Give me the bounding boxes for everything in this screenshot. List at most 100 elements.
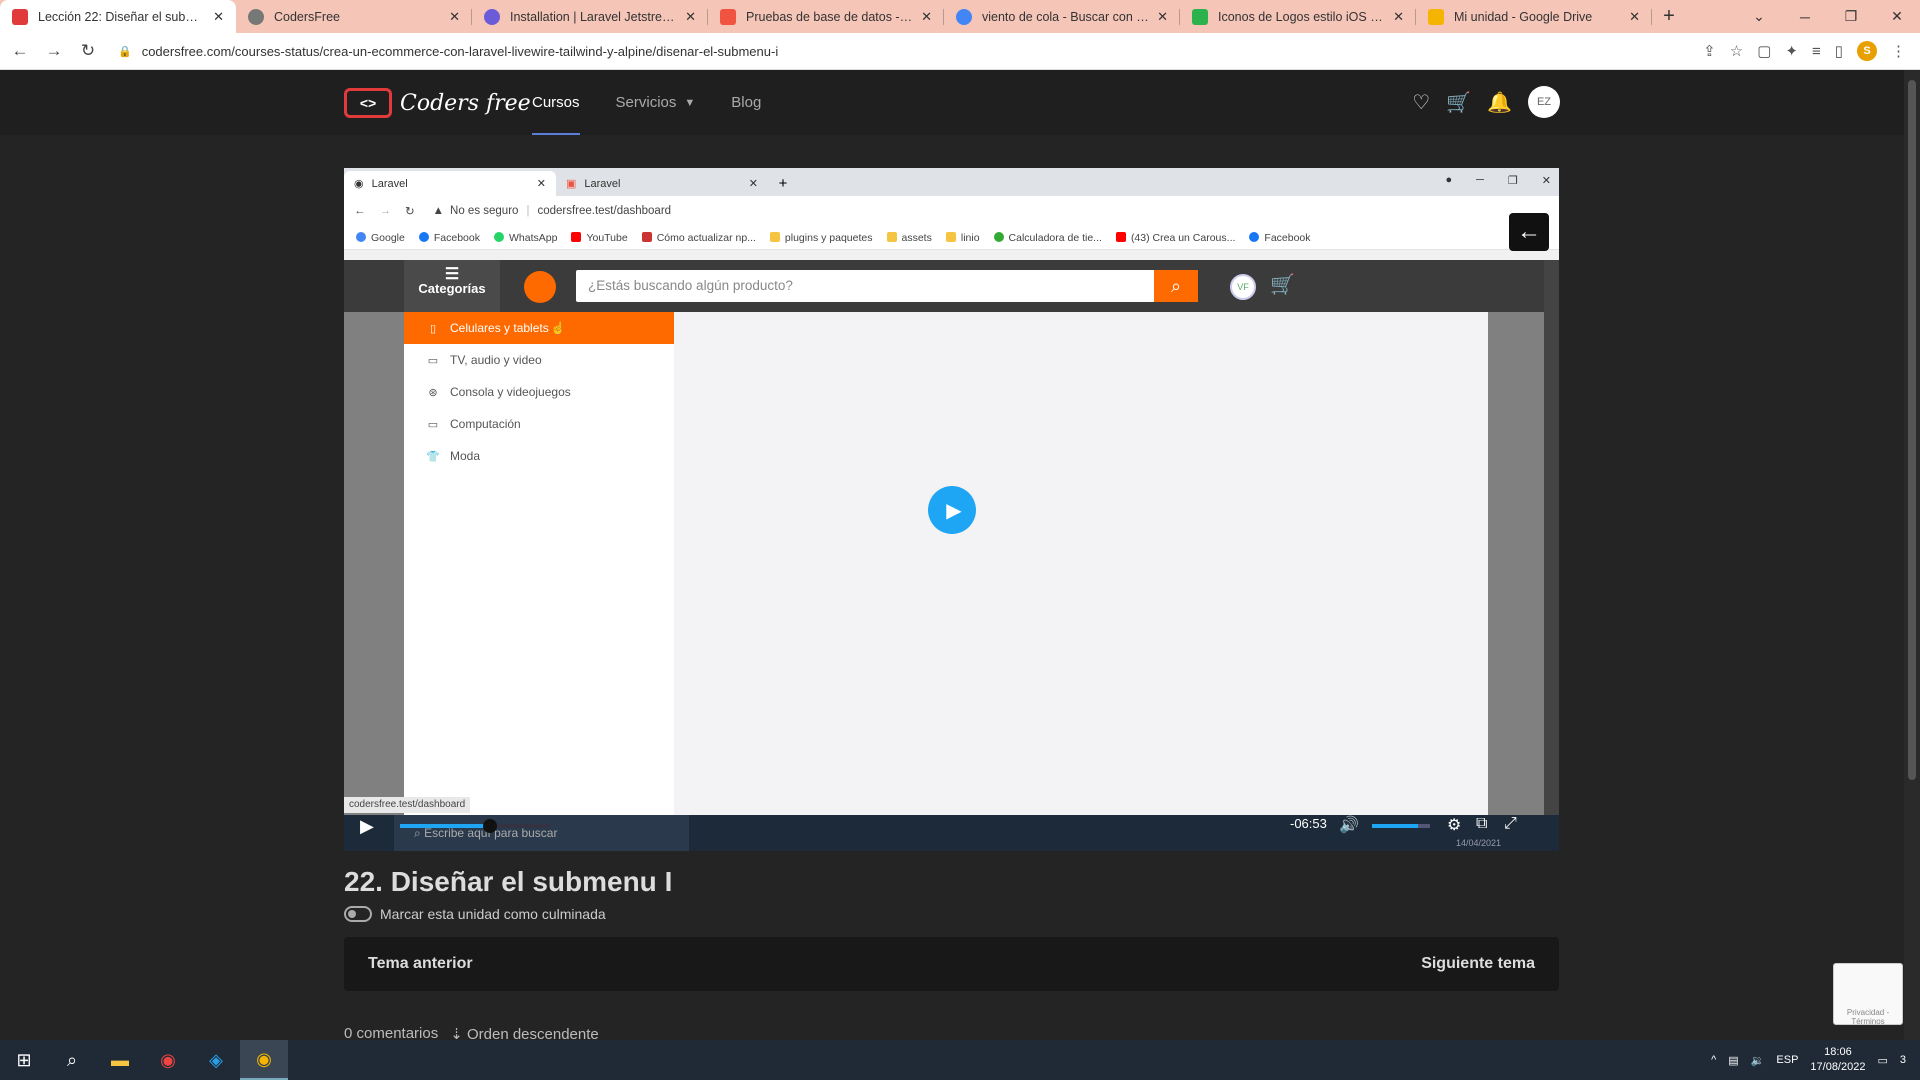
- popout-icon[interactable]: ⧉: [1476, 815, 1487, 833]
- video-window-controls: ● ─ ❐ ✕: [1445, 174, 1551, 187]
- video-tab: ◉ Laravel ✕: [344, 171, 556, 196]
- close-icon[interactable]: ✕: [921, 9, 932, 25]
- cart-icon[interactable]: 🛒: [1446, 90, 1471, 115]
- speaker-icon[interactable]: 🔉: [1751, 1054, 1765, 1067]
- cursor-icon: ☝: [550, 321, 566, 335]
- reload-icon: ↻: [405, 206, 415, 218]
- clock[interactable]: 18:06 17/08/2022: [1810, 1045, 1865, 1075]
- media-icon[interactable]: ≡: [1812, 43, 1821, 60]
- back-arrow-icon[interactable]: ←: [1509, 213, 1549, 251]
- recaptcha-badge[interactable]: Privacidad - Términos: [1833, 963, 1903, 1026]
- close-icon[interactable]: ✕: [1629, 9, 1640, 25]
- close-icon[interactable]: ✕: [685, 9, 696, 25]
- browser-tab[interactable]: Lección 22: Diseñar el submenu ✕: [0, 0, 236, 33]
- nav-blog[interactable]: Blog: [731, 70, 761, 135]
- menu-dots-icon[interactable]: ⋮: [1891, 42, 1906, 60]
- browser-tab[interactable]: Installation | Laravel Jetstream ✕: [472, 0, 708, 33]
- logo-mark: <>: [344, 88, 392, 118]
- restore-icon[interactable]: ❐: [1828, 0, 1874, 33]
- progress-knob[interactable]: [483, 819, 497, 833]
- close-icon[interactable]: ✕: [1157, 9, 1168, 25]
- window-controls: ⌄ ─ ❐ ✕: [1736, 0, 1920, 33]
- sidepanel-icon[interactable]: ▯: [1835, 42, 1843, 60]
- progress-fill: [400, 824, 490, 828]
- back-icon: ←: [354, 205, 366, 217]
- forward-icon: →: [379, 205, 392, 217]
- complete-toggle[interactable]: [344, 906, 372, 922]
- video-player[interactable]: ◉ Laravel ✕ ▣ Laravel ✕ + ● ─ ❐ ✕ ← → ↻ ▲ No es s…: [344, 168, 1559, 851]
- site-header: <> Coders free Cursos Servicios ▼ Blog ♡ …: [0, 70, 1920, 135]
- fullscreen-icon[interactable]: ⤢: [1504, 815, 1517, 833]
- clock-time: 18:06: [1824, 1046, 1852, 1058]
- browser-tab[interactable]: CodersFree ✕: [236, 0, 472, 33]
- url-text: codersfree.com/courses-status/crea-un-ec…: [141, 43, 779, 59]
- bookmark: YouTube: [571, 231, 628, 244]
- new-tab-icon[interactable]: +: [1652, 0, 1686, 33]
- page-scrollbar[interactable]: [1904, 70, 1920, 1040]
- browser-tab[interactable]: viento de cola - Buscar con Goo ✕: [944, 0, 1180, 33]
- reload-icon[interactable]: ↻: [74, 41, 102, 61]
- address-bar[interactable]: 🔒 codersfree.com/courses-status/crea-un-…: [112, 37, 1703, 65]
- next-topic-button[interactable]: Siguiente tema: [1421, 955, 1535, 973]
- tab-favicon: [248, 8, 264, 25]
- os-taskbar: ⊞ ⌕ ▬ ◉ ◈ ◉ ^ ▤ 🔉 ESP 18:06 17/08/2022 ▭ …: [0, 1040, 1920, 1080]
- puzzle-icon[interactable]: ✦: [1785, 42, 1798, 60]
- extension-icon[interactable]: ▢: [1757, 42, 1771, 60]
- close-window-icon[interactable]: ✕: [1874, 0, 1920, 33]
- chrome-icon[interactable]: ◉: [144, 1040, 192, 1080]
- browser-tab[interactable]: Iconos de Logos estilo iOS Glyph ✕: [1180, 0, 1416, 33]
- notification-icon[interactable]: ▭: [1877, 1054, 1887, 1067]
- bookmark: Facebook: [418, 231, 480, 244]
- toolbar-icons: ⇪ ☆ ▢ ✦ ≡ ▯ S ⋮: [1703, 41, 1906, 61]
- search-icon[interactable]: ⌕: [48, 1040, 96, 1080]
- prev-topic-button[interactable]: Tema anterior: [368, 955, 473, 973]
- close-icon[interactable]: ✕: [449, 9, 460, 25]
- bookmark-star-icon[interactable]: ☆: [1730, 42, 1743, 60]
- nav-servicios[interactable]: Servicios ▼: [616, 70, 696, 135]
- heart-icon[interactable]: ♡: [1412, 90, 1430, 115]
- shirt-icon: 👕: [426, 450, 440, 463]
- network-icon[interactable]: ▤: [1728, 1054, 1738, 1067]
- volume-icon[interactable]: 🔊: [1339, 815, 1359, 835]
- vscode-icon[interactable]: ◈: [192, 1040, 240, 1080]
- chevron-up-icon[interactable]: ^: [1711, 1054, 1716, 1066]
- laravel-icon: ▣: [566, 178, 577, 190]
- minimize-icon[interactable]: ─: [1782, 0, 1828, 33]
- nav-cursos[interactable]: Cursos: [532, 70, 580, 135]
- play-icon[interactable]: ▶: [928, 486, 976, 534]
- windows-start-icon[interactable]: ⊞: [0, 1040, 48, 1080]
- browser-tab[interactable]: Pruebas de base de datos - Lara ✕: [708, 0, 944, 33]
- bookmark: plugins y paquetes: [769, 231, 873, 244]
- browser-tab[interactable]: Mi unidad - Google Drive ✕: [1416, 0, 1652, 33]
- gamepad-icon: ⊛: [428, 386, 438, 399]
- bookmark: WhatsApp: [493, 231, 557, 244]
- avatar: VF: [1230, 274, 1256, 300]
- lesson-pager: Tema anterior Siguiente tema: [344, 937, 1559, 991]
- play-icon[interactable]: ▶: [360, 816, 374, 837]
- video-controls: ▶ -06:53 🔊 ⚙ ⧉ ⤢ 14/04/2021: [344, 808, 1559, 851]
- file-explorer-icon[interactable]: ▬: [96, 1040, 144, 1080]
- scrollbar-thumb[interactable]: [1908, 80, 1916, 780]
- share-icon[interactable]: ⇪: [1703, 42, 1716, 60]
- lock-icon[interactable]: 🔒: [118, 45, 132, 58]
- profile-icon[interactable]: S: [1857, 41, 1877, 61]
- close-icon[interactable]: ✕: [1393, 9, 1404, 25]
- tv-icon: ▭: [427, 354, 439, 367]
- avatar[interactable]: EZ: [1528, 86, 1560, 118]
- volume-slider[interactable]: [1372, 824, 1430, 828]
- forward-icon[interactable]: →: [40, 41, 68, 61]
- back-icon[interactable]: ←: [6, 41, 34, 61]
- settings-icon[interactable]: ⚙: [1447, 815, 1461, 835]
- menu-item: ▯ Celulares y tablets ☝: [404, 312, 674, 344]
- menu-item-label: Consola y videojuegos: [450, 385, 571, 399]
- close-icon[interactable]: ✕: [213, 9, 224, 25]
- chrome-canary-icon[interactable]: ◉: [240, 1040, 288, 1080]
- bookmark: linio: [945, 231, 980, 244]
- mark-complete: Marcar esta unidad como culminada: [344, 906, 606, 922]
- language-indicator[interactable]: ESP: [1776, 1054, 1798, 1066]
- record-icon: ●: [1445, 174, 1453, 186]
- tab-search-icon[interactable]: ⌄: [1736, 0, 1782, 33]
- site-logo[interactable]: <> Coders free: [344, 88, 531, 118]
- progress-bar[interactable]: [400, 819, 550, 833]
- bell-icon[interactable]: 🔔: [1487, 90, 1512, 115]
